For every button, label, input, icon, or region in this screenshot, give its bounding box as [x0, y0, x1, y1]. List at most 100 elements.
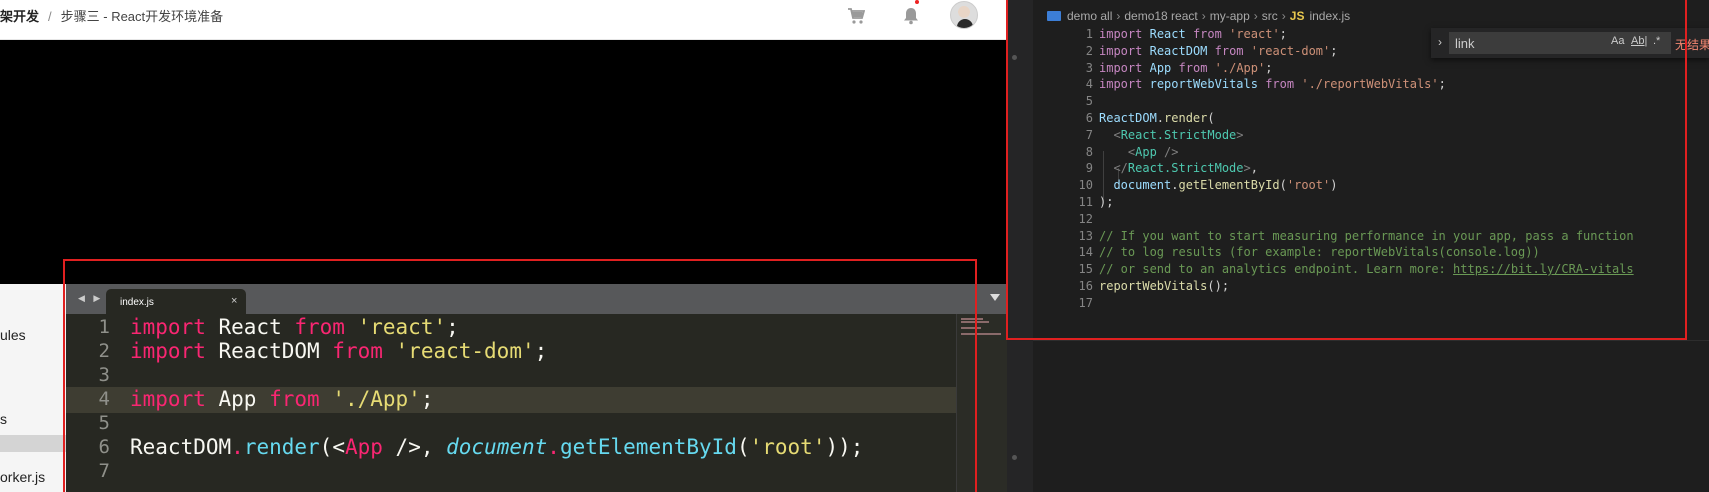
code-line[interactable]: ReactDOM.render(<App />, document.getEle…	[130, 435, 863, 459]
code-line[interactable]: // If you want to start measuring perfor…	[1099, 229, 1634, 243]
line-number: 6	[1085, 111, 1093, 125]
pane-divider[interactable]	[1007, 0, 1033, 492]
find-result-count: 无结果	[1675, 38, 1709, 52]
code-token: 'react'	[1229, 27, 1280, 41]
code-line[interactable]: import React from 'react';	[1099, 27, 1287, 41]
sidebar-item-modules[interactable]: ules	[0, 327, 26, 343]
code-token: ();	[1207, 279, 1230, 293]
code-token: .	[1156, 111, 1165, 125]
sidebar-item-serviceworker[interactable]: orker.js	[0, 469, 45, 485]
sublime-code[interactable]: import React from 'react'; import ReactDO…	[130, 314, 930, 492]
code-token: >	[1236, 127, 1244, 142]
code-line[interactable]: <App />	[1099, 145, 1179, 159]
tab-index-js[interactable]: index.js ×	[106, 289, 246, 314]
sublime-minimap[interactable]	[956, 314, 1007, 492]
code-token: getElementById	[559, 435, 737, 459]
code-token: />,	[382, 435, 447, 459]
code-line[interactable]: );	[1099, 195, 1113, 209]
avatar[interactable]	[950, 1, 978, 29]
code-token: (<	[319, 435, 345, 459]
code-token: ReactDOM	[130, 435, 232, 459]
regex-icon[interactable]: .*	[1653, 35, 1660, 47]
whole-word-icon[interactable]: Ab|	[1631, 35, 1647, 47]
tab-close-icon[interactable]: ×	[231, 295, 237, 307]
code-token: import	[130, 339, 206, 363]
code-line[interactable]: import App from './App';	[1099, 61, 1272, 75]
tab-scroll-arrows-icon[interactable]: ◀ ▶	[78, 293, 103, 304]
code-token: <	[1113, 127, 1121, 142]
video-player[interactable]	[0, 40, 1007, 284]
code-token: ReactDOM	[1149, 43, 1208, 58]
tab-label: index.js	[120, 297, 154, 308]
code-token: // If you want to start measuring perfor…	[1099, 228, 1634, 243]
code-line[interactable]: ReactDOM.render(	[1099, 111, 1215, 125]
line-number: 6	[98, 436, 110, 458]
code-line[interactable]: import ReactDOM from 'react-dom';	[130, 339, 547, 363]
divider-grip	[1012, 55, 1017, 60]
breadcrumb-item[interactable]: my-app	[1210, 9, 1250, 23]
code-token: ReactDOM	[205, 339, 333, 363]
code-line[interactable]: <React.StrictMode>	[1099, 127, 1244, 142]
code-token: (	[1207, 111, 1215, 125]
line-number: 4	[98, 388, 110, 410]
editor-empty-area	[1033, 340, 1709, 492]
code-token: .	[231, 435, 244, 459]
code-line[interactable]: import ReactDOM from 'react-dom';	[1099, 44, 1337, 58]
breadcrumb-item[interactable]: src	[1262, 9, 1278, 23]
tab-dropdown-icon[interactable]	[990, 294, 1000, 301]
line-number: 15	[1078, 262, 1093, 277]
breadcrumb-item[interactable]: demo18 react	[1124, 9, 1197, 23]
code-line[interactable]: import reportWebVitals from './reportWeb…	[1099, 77, 1446, 91]
notification-bell-icon[interactable]	[901, 6, 921, 26]
code-line[interactable]: reportWebVitals();	[1099, 279, 1229, 293]
line-number: 12	[1078, 211, 1093, 226]
match-case-icon[interactable]: Aa	[1611, 35, 1624, 47]
code-line[interactable]: </React.StrictMode>,	[1099, 161, 1258, 175]
code-token: document	[1113, 178, 1172, 193]
code-token: // to log results (for example: reportWe…	[1099, 245, 1540, 260]
shopping-cart-icon[interactable]	[846, 6, 866, 26]
code-line[interactable]: // or send to an analytics endpoint. Lea…	[1099, 262, 1634, 276]
code-line[interactable]: // to log results (for example: reportWe…	[1099, 245, 1540, 259]
line-number: 7	[98, 460, 110, 482]
code-token: getElementById	[1178, 178, 1280, 193]
code-token: import	[1099, 77, 1143, 92]
breadcrumb-file[interactable]: index.js	[1309, 9, 1350, 23]
code-token: from	[1214, 43, 1244, 58]
code-token: import	[130, 387, 206, 411]
code-token: document	[446, 435, 548, 459]
code-token: from	[1192, 27, 1222, 41]
folder-icon	[1047, 11, 1061, 21]
line-number: 3	[98, 364, 110, 386]
breadcrumb-item[interactable]: demo all	[1067, 9, 1112, 23]
sidebar-item-s[interactable]: s	[0, 411, 7, 427]
file-sidebar: ules s orker.js	[0, 284, 66, 492]
line-number: 16	[1078, 279, 1093, 293]
toggle-replace-chevron-icon[interactable]: ›	[1438, 35, 1442, 49]
code-token: App	[344, 435, 383, 459]
code-line[interactable]: import React from 'react';	[130, 315, 459, 339]
line-number: 2	[98, 340, 110, 362]
code-line[interactable]: document.getElementById('root')	[1099, 178, 1337, 192]
code-token: 'root'	[749, 435, 826, 459]
code-token: from	[1265, 77, 1295, 92]
code-line[interactable]: import App from './App';	[130, 387, 433, 411]
breadcrumb-course[interactable]: 架开发	[0, 9, 39, 24]
vscode-code[interactable]: 1 2 3 4 5 6 7 8 9 10 11 12 13 14 15 16 17 import React fr…	[1033, 27, 1709, 337]
code-token: App	[205, 387, 270, 411]
code-link[interactable]: https://bit.ly/CRA-vitals	[1453, 262, 1634, 276]
divider-grip	[1012, 455, 1017, 460]
line-number: 4	[1085, 77, 1093, 92]
code-token: 'react'	[357, 315, 447, 339]
code-token: )	[1330, 178, 1338, 193]
line-number: 10	[1078, 178, 1093, 193]
sublime-editor[interactable]: ◀ ▶ index.js × 1234567 import React from…	[66, 284, 1007, 492]
code-token: ;	[420, 387, 434, 411]
